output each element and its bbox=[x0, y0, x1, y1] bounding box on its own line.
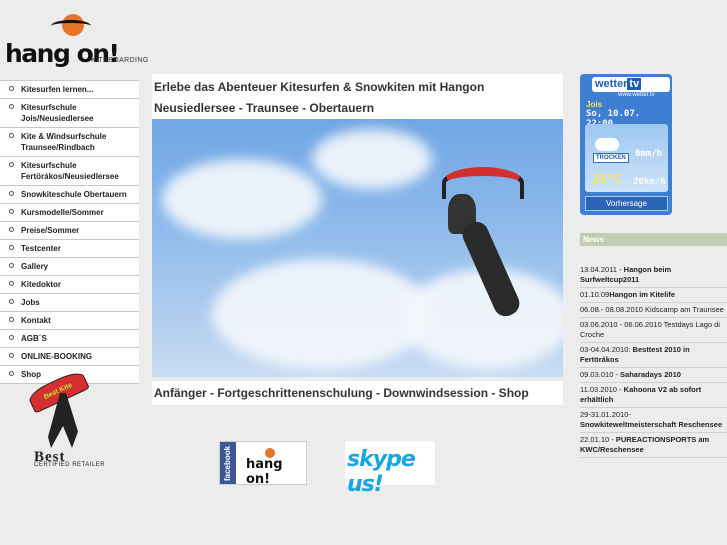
news-item[interactable]: 11.03.2010 - Kahoona V2 ab sofort erhält… bbox=[580, 383, 727, 408]
weather-temperature: 25°C bbox=[592, 172, 621, 186]
weather-panel: TROCKEN 25°C 0mm/h 20km/h bbox=[585, 124, 668, 192]
facebook-link[interactable]: facebook hang on! bbox=[219, 441, 307, 487]
weather-condition: TROCKEN bbox=[593, 153, 629, 163]
news-date: 01.10.09 bbox=[580, 290, 610, 299]
headline-locations: Neusiedlersee - Traunsee - Obertauern bbox=[154, 101, 375, 115]
news-date: 03.06.2010 - 06.06.2010 Testdays Lago di… bbox=[580, 320, 720, 339]
news-item[interactable]: 29-31.01.2010-Snowkiteweltmeisterschaft … bbox=[580, 408, 727, 433]
sidebar-menu: Kitesurfen lernen... Kitesurfschule Jois… bbox=[0, 80, 139, 384]
headline-title: Erlebe das Abenteuer Kitesurfen & Snowki… bbox=[154, 80, 485, 94]
tv-logo-text: tv bbox=[627, 78, 642, 90]
sidebar-item-kitesurfschule-jois[interactable]: Kitesurfschule Jois/Neusiedlersee bbox=[0, 99, 139, 128]
certified-retailer-text: CERTIFIED RETAILER bbox=[34, 462, 106, 468]
news-item[interactable]: 03.06.2010 - 06.06.2010 Testdays Lago di… bbox=[580, 318, 727, 343]
news-date: 29-31.01.2010- bbox=[580, 410, 631, 419]
sidebar-item-kitesurfen-lernen[interactable]: Kitesurfen lernen... bbox=[0, 80, 139, 99]
sidebar-item-online-booking[interactable]: ONLINE-BOOKING bbox=[0, 348, 139, 366]
headline-box: Erlebe das Abenteuer Kitesurfen & Snowki… bbox=[152, 74, 563, 119]
news-header: News bbox=[580, 233, 727, 246]
news-date: 06.08.- 08.08.2010 Kidscamp am Traunsee bbox=[580, 305, 724, 314]
sidebar-item-kontakt[interactable]: Kontakt bbox=[0, 312, 139, 330]
kite-icon bbox=[51, 20, 91, 32]
news-list: 13.04.2011 - Hangon beim Surfweltcup2011… bbox=[580, 263, 727, 458]
wettertv-logo: wetter tv bbox=[592, 77, 670, 92]
news-item[interactable]: 01.10.09Hangon im Kitelife bbox=[580, 288, 727, 303]
sidebar-item-kitesurfschule-fertorakos[interactable]: Kitesurfschule Fertörákos/Neusiedlersee bbox=[0, 157, 139, 186]
cloud-shape bbox=[212, 259, 432, 369]
best-retailer-badge[interactable]: Best Kite Best CERTIFIED RETAILER bbox=[20, 368, 115, 470]
news-item[interactable]: 13.04.2011 - Hangon beim Surfweltcup2011 bbox=[580, 263, 727, 288]
sidebar-item-snowkiteschule[interactable]: Snowkiteschule Obertauern bbox=[0, 186, 139, 204]
news-date: 09.03.010 - bbox=[580, 370, 621, 379]
sidebar-item-gallery[interactable]: Gallery bbox=[0, 258, 139, 276]
sidebar-item-kite-windsurfschule-traunsee[interactable]: Kite & Windsurfschule Traunsee/Rindbach bbox=[0, 128, 139, 157]
subline: Anfänger - Fortgeschrittenenschulung - D… bbox=[152, 381, 563, 405]
news-date: 03-04.04.2010: bbox=[580, 345, 633, 354]
skype-link[interactable]: skype us! bbox=[345, 441, 435, 497]
logo-sub: KITEBOARDING bbox=[91, 57, 149, 64]
news-date: 11.03.2010 - bbox=[580, 385, 624, 394]
sidebar-item-kitedoktor[interactable]: Kitedoktor bbox=[0, 276, 139, 294]
weather-wind: 20km/h bbox=[633, 177, 666, 187]
skype-text: skype us! bbox=[347, 447, 416, 497]
cloud-icon bbox=[595, 138, 619, 151]
sidebar-item-testcenter[interactable]: Testcenter bbox=[0, 240, 139, 258]
weather-location: Jois bbox=[586, 100, 603, 109]
main-content: Erlebe das Abenteuer Kitesurfen & Snowki… bbox=[152, 74, 563, 405]
news-text: Saharadays 2010 bbox=[620, 370, 681, 379]
news-item[interactable]: 09.03.010 - Saharadays 2010 bbox=[580, 368, 727, 383]
news-item[interactable]: 22.01.10 - PUREACTIONSPORTS am KWC/Resch… bbox=[580, 433, 727, 458]
facebook-brand-text: hang on! bbox=[246, 457, 283, 487]
weather-rain: 0mm/h bbox=[635, 149, 663, 159]
news-date: 13.04.2011 - bbox=[580, 265, 624, 274]
weather-widget[interactable]: wettertv www.wetter.tv Jois So, 10.07. 2… bbox=[580, 74, 672, 215]
sidebar-item-agb[interactable]: AGB´S bbox=[0, 330, 139, 348]
facebook-label: facebook bbox=[220, 442, 236, 484]
news-item[interactable]: 06.08.- 08.08.2010 Kidscamp am Traunsee bbox=[580, 303, 727, 318]
hangon-logo[interactable]: hang on! KITEBOARDING bbox=[4, 14, 148, 70]
page: hang on! KITEBOARDING Kitesurfen lernen.… bbox=[0, 0, 727, 545]
sidebar-item-kursmodelle[interactable]: Kursmodelle/Sommer bbox=[0, 204, 139, 222]
cloud-shape bbox=[162, 159, 322, 239]
news-date: 22.01.10 - bbox=[580, 435, 616, 444]
sidebar-item-jobs[interactable]: Jobs bbox=[0, 294, 139, 312]
cloud-shape bbox=[312, 129, 432, 189]
forecast-button[interactable]: Vorhersage bbox=[585, 196, 668, 211]
news-text: Snowkiteweltmeisterschaft Reschensee bbox=[580, 420, 723, 429]
sidebar-item-preise[interactable]: Preise/Sommer bbox=[0, 222, 139, 240]
wetter-logo-text: wetter bbox=[595, 78, 628, 90]
news-text: Hangon im Kitelife bbox=[609, 290, 676, 299]
news-item[interactable]: 03-04.04.2010: Besttest 2010 in Fertörák… bbox=[580, 343, 727, 368]
weather-url: www.wetter.tv bbox=[618, 92, 655, 98]
hero-image bbox=[152, 119, 563, 377]
